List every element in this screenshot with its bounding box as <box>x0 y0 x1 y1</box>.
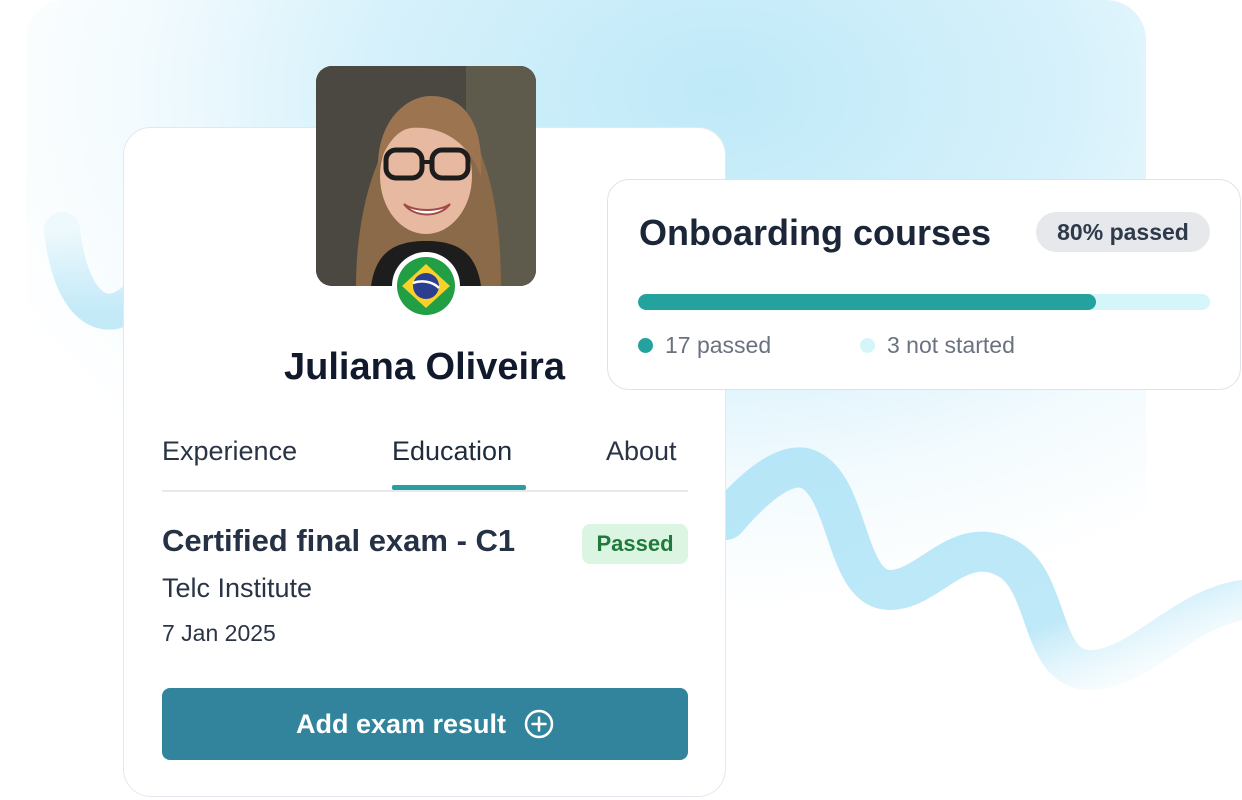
exam-title: Certified final exam - C1 <box>162 523 516 558</box>
brazil-flag-icon <box>392 252 460 320</box>
legend-passed: 17 passed <box>638 332 771 359</box>
tab-education[interactable]: Education <box>392 430 512 490</box>
active-tab-indicator <box>392 485 526 490</box>
legend-passed-label: 17 passed <box>665 332 772 358</box>
legend-dot-passed <box>638 338 653 353</box>
courses-percent-badge: 80% passed <box>1036 212 1210 252</box>
add-exam-result-label: Add exam result <box>295 708 507 739</box>
legend-not-started-label: 3 not started <box>887 332 1015 358</box>
legend-dot-not-started <box>860 338 875 353</box>
status-badge: Passed <box>582 524 688 564</box>
plus-circle-icon <box>524 709 554 739</box>
tab-about[interactable]: About <box>606 430 677 490</box>
courses-progress-bar <box>638 294 1210 310</box>
tab-experience[interactable]: Experience <box>162 430 297 490</box>
courses-title: Onboarding courses <box>639 212 992 253</box>
exam-institute: Telc Institute <box>162 573 313 603</box>
profile-tabs: Experience Education About <box>162 430 688 492</box>
add-exam-result-button[interactable]: Add exam result <box>162 688 688 760</box>
legend-not-started: 3 not started <box>860 332 1015 359</box>
exam-date: 7 Jan 2025 <box>162 620 276 646</box>
courses-progress-fill <box>638 294 1096 310</box>
